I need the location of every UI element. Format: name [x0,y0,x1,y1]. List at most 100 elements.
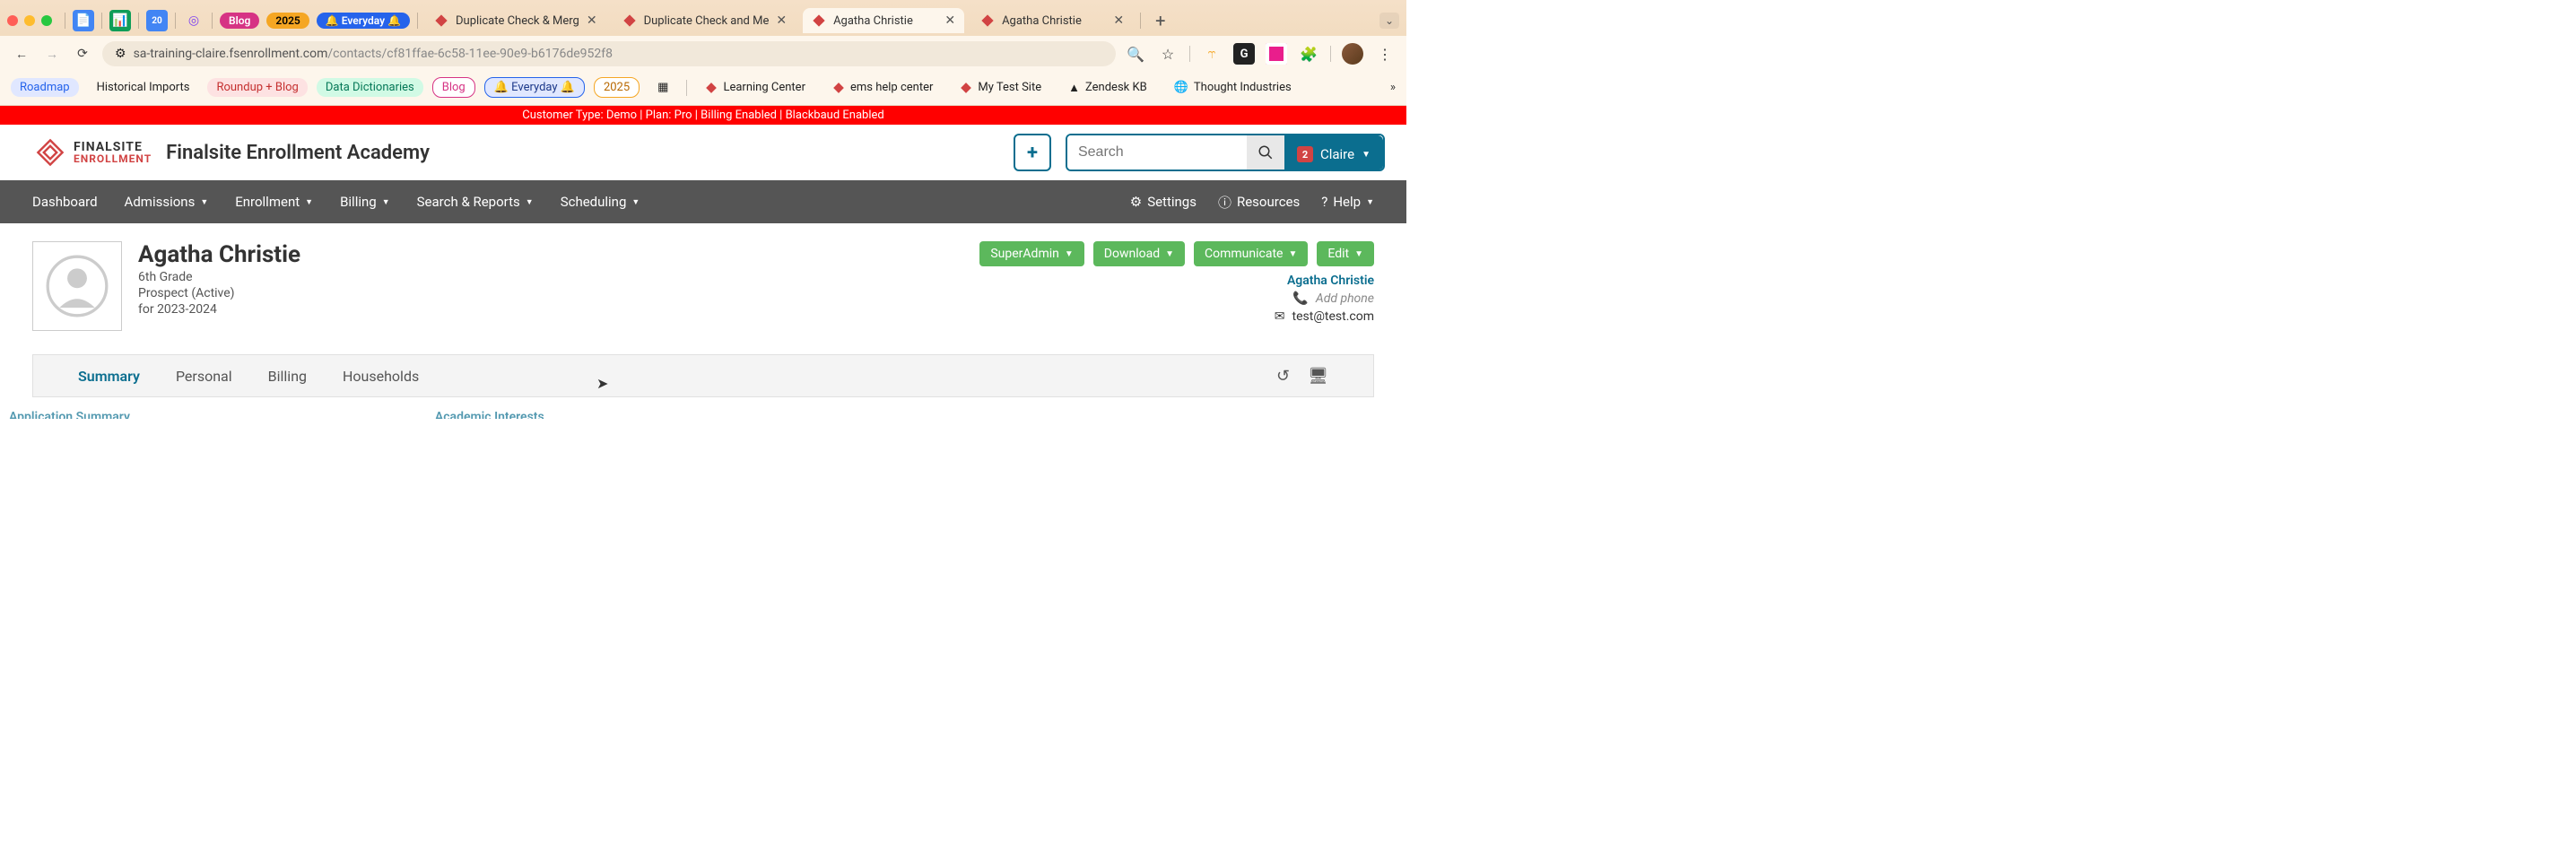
chevron-down-icon: ▼ [382,197,390,207]
tab-overflow-button[interactable]: ⌄ [1379,13,1399,29]
zoom-icon[interactable]: 🔍 [1125,43,1146,65]
bookmark-mytest[interactable]: My Test Site [951,78,1050,97]
minimize-window[interactable] [24,15,35,26]
communicate-button[interactable]: Communicate▼ [1194,241,1308,266]
search-input[interactable] [1067,135,1247,170]
tab-personal[interactable]: Personal [176,368,232,385]
content-fragments: Application Summary Academic Interests [0,397,1406,419]
maximize-window[interactable] [41,15,52,26]
new-tab-button[interactable]: + [1148,10,1172,31]
tab-summary[interactable]: Summary [78,368,140,385]
chevron-down-icon: ▼ [1065,249,1074,259]
section-title-left: Application Summary [9,410,130,419]
pinned-pill-everyday[interactable]: 🔔 Everyday 🔔 [317,13,410,29]
contact-link-name[interactable]: Agatha Christie [1275,274,1374,288]
pinned-tab-sheets[interactable]: 📊 [109,10,131,31]
nav-billing[interactable]: Billing▼ [340,194,390,210]
bookmark-zendesk[interactable]: ▲Zendesk KB [1059,78,1156,98]
app-header: FINALSITE ENROLLMENT Finalsite Enrollmen… [0,125,1406,180]
globe-icon: 🌐 [1174,81,1188,94]
pinned-pill-2025[interactable]: 2025 [266,13,309,29]
contact-grade: 6th Grade [138,270,963,284]
contact-name: Agatha Christie [138,241,963,268]
bookmark-everyday[interactable]: 🔔 Everyday 🔔 [484,77,585,98]
close-tab-icon[interactable]: ✕ [944,13,955,28]
bookmark-apps-icon[interactable]: ▦ [648,78,677,97]
pinned-tab-calendar[interactable]: 20 [146,10,168,31]
pinned-tab-podcast[interactable]: ◎ [183,10,205,31]
chevron-down-icon: ▼ [200,197,208,207]
add-phone-link[interactable]: Add phone [1316,291,1374,306]
nav-enrollment[interactable]: Enrollment▼ [235,194,313,210]
site-title: Finalsite Enrollment Academy [166,142,430,164]
profile-avatar[interactable] [1342,43,1363,65]
nav-dashboard[interactable]: Dashboard [32,194,98,210]
bookmark-historical[interactable]: Historical Imports [88,78,199,97]
zendesk-icon: ▲ [1068,81,1080,95]
nav-resources[interactable]: ⓘResources [1218,193,1300,212]
browser-toolbar: ← → ⟳ ⚙ sa-training-claire.fsenrollment.… [0,36,1406,72]
bookmark-datadict[interactable]: Data Dictionaries [317,78,423,97]
close-tab-icon[interactable]: ✕ [776,13,787,28]
site-settings-icon[interactable]: ⚙ [115,47,126,61]
bookmark-2025[interactable]: 2025 [594,77,640,98]
nav-admissions[interactable]: Admissions▼ [125,194,209,210]
logo[interactable]: FINALSITE ENROLLMENT [36,138,152,167]
edit-button[interactable]: Edit▼ [1317,241,1374,266]
contact-subtabs: Summary Personal Billing Households ↺ 🖥 [32,354,1374,397]
bookmarks-overflow-icon[interactable]: » [1390,81,1396,94]
nav-search-reports[interactable]: Search & Reports▼ [417,194,534,210]
add-button[interactable]: + [1014,134,1051,171]
bookmark-roadmap[interactable]: Roadmap [11,78,79,97]
close-tab-icon[interactable]: ✕ [1113,13,1124,28]
nav-settings[interactable]: ⚙Settings [1130,193,1197,212]
reload-button[interactable]: ⟳ [72,43,93,65]
back-button[interactable]: ← [11,43,32,65]
superadmin-button[interactable]: SuperAdmin▼ [979,241,1083,266]
extensions-puzzle-icon[interactable]: 🧩 [1298,43,1319,65]
avatar-placeholder-icon [46,255,109,317]
tab-duplicate-check-1[interactable]: Duplicate Check & Merg ✕ [425,8,606,33]
browser-menu-icon[interactable]: ⋮ [1374,43,1396,65]
extension-2-icon[interactable]: G [1233,43,1255,65]
bookmark-thought[interactable]: 🌐Thought Industries [1165,78,1301,97]
tab-agatha-active[interactable]: Agatha Christie ✕ [803,8,964,33]
user-name: Claire [1320,146,1354,162]
chevron-down-icon: ▼ [1288,249,1297,259]
extension-3-icon[interactable] [1266,43,1287,65]
bookmark-roundup[interactable]: Roundup + Blog [207,78,307,97]
tab-households[interactable]: Households [343,368,419,385]
bookmark-ems[interactable]: ems help center [823,78,942,97]
search-button[interactable] [1247,135,1284,170]
bookmark-star-icon[interactable]: ☆ [1157,43,1179,65]
tab-duplicate-check-2[interactable]: Duplicate Check and Me ✕ [614,8,796,33]
tab-agatha-2[interactable]: Agatha Christie ✕ [971,8,1133,33]
tab-billing[interactable]: Billing [268,368,307,385]
help-icon: ? [1321,194,1327,210]
chevron-down-icon: ▼ [631,197,640,207]
pinned-pill-blog[interactable]: Blog [220,13,259,29]
window-controls[interactable] [7,15,52,26]
user-menu[interactable]: 2 Claire ▼ [1284,135,1383,171]
display-icon[interactable]: 🖥 [1308,367,1328,386]
search-container: 2 Claire ▼ [1066,134,1385,171]
address-bar[interactable]: ⚙ sa-training-claire.fsenrollment.com/co… [102,41,1116,66]
close-tab-icon[interactable]: ✕ [587,13,597,28]
forward-button[interactable]: → [41,43,63,65]
nav-help[interactable]: ?Help▼ [1321,193,1374,212]
pinned-tab-docs[interactable]: 📄 [73,10,94,31]
bookmark-learning[interactable]: Learning Center [696,78,814,97]
contact-avatar[interactable] [32,241,122,331]
close-window[interactable] [7,15,18,26]
contact-email[interactable]: test@test.com [1292,309,1374,324]
nav-scheduling[interactable]: Scheduling▼ [561,194,640,210]
divider [101,13,102,29]
logo-text-bottom: ENROLLMENT [74,153,152,164]
chevron-down-icon: ▼ [1165,249,1174,259]
contact-header: Agatha Christie 6th Grade Prospect (Acti… [0,223,1406,397]
history-icon[interactable]: ↺ [1276,367,1290,386]
extension-1-icon[interactable]: ⥾ [1201,43,1223,65]
bookmark-blog[interactable]: Blog [432,77,475,98]
tab-strip: 📄 📊 20 ◎ Blog 2025 🔔 Everyday 🔔 Duplicat… [7,5,1399,36]
download-button[interactable]: Download▼ [1093,241,1185,266]
